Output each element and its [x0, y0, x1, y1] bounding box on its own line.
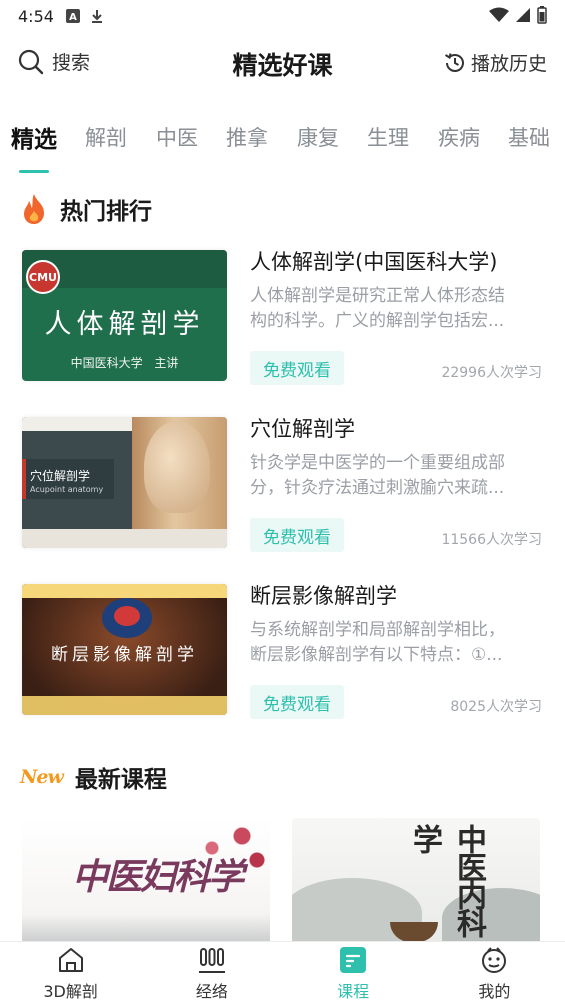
- course-card[interactable]: CMU 人体解剖学 中国医科大学 主讲 人体解剖学(中国医科大学) 人体解剖学是…: [22, 244, 544, 389]
- status-bar: 4:54 A: [0, 0, 565, 32]
- new-course-card[interactable]: 中医内科学: [292, 818, 540, 942]
- latest-section-title: 最新课程: [74, 767, 167, 793]
- signal-icon: [516, 8, 530, 22]
- nav-3d-anatomy[interactable]: 3D解剖: [0, 942, 141, 1004]
- play-history-button[interactable]: 播放历史: [444, 49, 547, 76]
- course-desc: 人体解剖学是研究正常人体形态结 构的科学。广义的解剖学包括宏...: [250, 284, 542, 334]
- hot-section-header: 热门排行: [20, 192, 152, 226]
- nav-meridian[interactable]: 经络: [141, 942, 282, 1004]
- thumb-subtitle: 中国医科大学 主讲: [70, 356, 179, 370]
- tab-featured[interactable]: 精选: [11, 120, 57, 154]
- tab-physiology[interactable]: 生理: [367, 122, 409, 152]
- study-count: 22996人次学习: [441, 365, 542, 381]
- thumb-subtitle: Acupoint anatomy: [30, 485, 104, 494]
- new-badge-icon: New: [20, 766, 64, 788]
- course-title: 断层影像解剖学: [250, 584, 397, 608]
- nav-label: 我的: [478, 982, 511, 1001]
- course-title: 穴位解剖学: [250, 417, 355, 441]
- thumb-title: 断层影像解剖学: [51, 645, 198, 665]
- search-label: 搜索: [52, 52, 91, 74]
- svg-text:A: A: [69, 12, 77, 23]
- course-icon: [340, 947, 367, 973]
- course-desc-line: 与系统解剖学和局部解剖学相比，: [250, 620, 505, 640]
- font-a-icon: A: [65, 9, 80, 23]
- bottom-nav: 3D解剖 经络 课程 我的: [0, 941, 565, 1004]
- course-thumbnail: 断层影像解剖学: [22, 584, 227, 715]
- free-watch-button[interactable]: 免费观看: [250, 351, 344, 385]
- course-title: 人体解剖学(中国医科大学): [250, 250, 498, 274]
- new-course-card[interactable]: 中医妇科学: [22, 818, 270, 942]
- latest-section-header: New 最新课程: [20, 760, 167, 794]
- course-thumbnail: 穴位解剖学 Acupoint anatomy: [22, 417, 227, 548]
- thumb-title: 穴位解剖学: [30, 469, 91, 483]
- course-card[interactable]: 断层影像解剖学 断层影像解剖学 与系统解剖学和局部解剖学相比， 断层影像解剖学有…: [22, 578, 544, 723]
- calligraphy-title: 中医妇科学: [72, 856, 244, 898]
- free-watch-button[interactable]: 免费观看: [250, 518, 344, 552]
- nav-profile[interactable]: 我的: [424, 942, 565, 1004]
- meridian-icon: [198, 948, 225, 973]
- thumb-title: 人体解剖学: [44, 309, 205, 340]
- status-indicators: [489, 6, 547, 24]
- course-desc-line: 分，针灸疗法通过刺激腧穴来疏...: [250, 478, 505, 498]
- nav-label: 3D解剖: [43, 982, 98, 1001]
- tab-indicator: [19, 170, 49, 173]
- nav-course[interactable]: 课程: [283, 942, 424, 1004]
- free-watch-button[interactable]: 免费观看: [250, 685, 344, 719]
- university-logo-icon: CMU: [26, 260, 60, 294]
- course-thumbnail: CMU 人体解剖学 中国医科大学 主讲: [22, 250, 227, 381]
- study-count: 8025人次学习: [450, 699, 542, 715]
- flame-icon: [24, 194, 44, 224]
- study-count: 11566人次学习: [441, 532, 542, 548]
- tab-massage[interactable]: 推拿: [226, 122, 268, 152]
- app-header: 搜索 精选好课 播放历史: [0, 40, 565, 90]
- course-desc: 针灸学是中医学的一个重要组成部 分，针灸疗法通过刺激腧穴来疏...: [250, 451, 542, 501]
- search-button[interactable]: 搜索: [18, 48, 90, 75]
- tab-tcm[interactable]: 中医: [156, 122, 198, 152]
- play-history-label: 播放历史: [470, 53, 547, 75]
- category-tabs: 精选 解剖 中医 推拿 康复 生理 疾病 基础: [0, 122, 565, 162]
- tab-anatomy[interactable]: 解剖: [85, 122, 127, 152]
- course-card[interactable]: 穴位解剖学 Acupoint anatomy 穴位解剖学 针灸学是中医学的一个重…: [22, 411, 544, 556]
- course-desc-line: 构的科学。广义的解剖学包括宏...: [250, 311, 505, 331]
- tab-basics[interactable]: 基础: [508, 122, 550, 152]
- download-icon: [91, 10, 102, 23]
- tab-rehab[interactable]: 康复: [297, 122, 339, 152]
- course-desc: 与系统解剖学和局部解剖学相比， 断层影像解剖学有以下特点：①...: [250, 618, 542, 668]
- history-icon: [444, 52, 464, 72]
- tab-disease[interactable]: 疾病: [438, 122, 480, 152]
- mountain-image: [22, 914, 270, 942]
- hot-section-title: 热门排行: [60, 199, 152, 225]
- profile-icon: [482, 947, 507, 973]
- thumb-band: [22, 696, 227, 715]
- thumb-band: [22, 529, 227, 548]
- thumb-band: [22, 584, 227, 598]
- ct-scan-highlight: [114, 606, 140, 626]
- course-desc-line: 断层影像解剖学有以下特点：①...: [250, 645, 503, 665]
- acupuncture-head-image: [144, 421, 210, 513]
- home-icon: [58, 948, 83, 972]
- nav-label: 经络: [195, 982, 228, 1001]
- search-icon: [18, 49, 44, 74]
- course-desc-line: 人体解剖学是研究正常人体形态结: [250, 286, 505, 306]
- wifi-icon: [489, 7, 509, 22]
- status-time: 4:54: [18, 6, 54, 26]
- nav-label: 课程: [337, 982, 370, 1001]
- course-desc-line: 针灸学是中医学的一个重要组成部: [250, 453, 505, 473]
- battery-icon: [537, 6, 547, 24]
